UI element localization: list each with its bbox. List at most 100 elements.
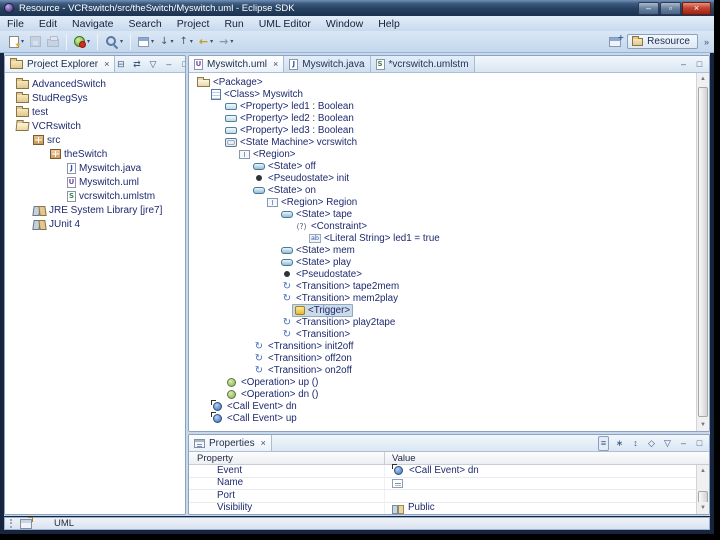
- tree-item[interactable]: <State> tape: [189, 208, 696, 220]
- menu-project[interactable]: Project: [177, 18, 210, 30]
- tree-item[interactable]: <Region>: [189, 148, 696, 160]
- column-header-property[interactable]: Property: [189, 452, 385, 464]
- minimize-icon[interactable]: –: [678, 58, 689, 71]
- dropdown-arrow-icon[interactable]: ▾: [151, 38, 154, 45]
- dropdown-arrow-icon[interactable]: ▾: [210, 38, 213, 45]
- dropdown-arrow-icon[interactable]: ▾: [21, 38, 24, 45]
- view-menu-icon[interactable]: ▽: [147, 58, 158, 71]
- tree-item[interactable]: <Transition> tape2mem: [189, 280, 696, 292]
- dropdown-arrow-icon[interactable]: ▾: [190, 38, 193, 45]
- back-button[interactable]: ← ▾: [197, 33, 215, 51]
- forward-button[interactable]: → ▾: [217, 33, 235, 51]
- property-row[interactable]: Event <Call Event> dn: [189, 464, 696, 478]
- scroll-up-icon[interactable]: ▲: [697, 73, 709, 85]
- link-with-editor-icon[interactable]: ⇄: [131, 58, 142, 71]
- scrollbar-thumb[interactable]: [698, 87, 708, 417]
- tree-item[interactable]: <State> mem: [189, 244, 696, 256]
- maximize-icon[interactable]: □: [694, 437, 705, 450]
- tree-item[interactable]: <Transition>: [189, 328, 696, 340]
- project-explorer-tab[interactable]: Project Explorer ×: [5, 56, 116, 72]
- maximize-icon[interactable]: □: [179, 58, 185, 71]
- close-button[interactable]: ×: [682, 1, 711, 15]
- property-value[interactable]: [385, 478, 696, 488]
- dropdown-arrow-icon[interactable]: ▾: [120, 38, 123, 45]
- tree-item[interactable]: <Constraint>: [189, 220, 696, 232]
- editor-scrollbar[interactable]: ▲ ▼: [696, 73, 709, 431]
- tree-item[interactable]: vcrswitch.umlstm: [5, 189, 185, 203]
- property-row[interactable]: Name: [189, 477, 696, 490]
- title-bar[interactable]: Resource - VCRswitch/src/theSwitch/Myswi…: [0, 0, 714, 16]
- editor-tab-myswitch-java[interactable]: Myswitch.java: [284, 56, 371, 72]
- close-icon[interactable]: ×: [261, 438, 266, 448]
- tree-item[interactable]: AdvancedSwitch: [5, 77, 185, 91]
- tree-item[interactable]: Myswitch.uml: [5, 175, 185, 189]
- tree-item[interactable]: <Package>: [189, 76, 696, 88]
- tree-item[interactable]: Myswitch.java: [5, 161, 185, 175]
- menu-run[interactable]: Run: [224, 18, 243, 30]
- tree-item[interactable]: JRE System Library [jre7]: [5, 203, 185, 217]
- minimize-button[interactable]: –: [638, 1, 659, 15]
- maximize-icon[interactable]: □: [694, 58, 705, 71]
- search-button[interactable]: ▾: [103, 33, 125, 51]
- dropdown-arrow-icon[interactable]: ▾: [87, 38, 90, 45]
- dropdown-arrow-icon[interactable]: ▾: [230, 38, 233, 45]
- tree-item[interactable]: <Transition> play2tape: [189, 316, 696, 328]
- tree-item[interactable]: <State> on: [189, 184, 696, 196]
- tree-item[interactable]: <Pseudostate> init: [189, 172, 696, 184]
- resource-perspective-button[interactable]: Resource: [627, 34, 698, 49]
- property-row[interactable]: Visibility Public: [189, 502, 696, 514]
- tree-item[interactable]: <Call Event> up: [189, 411, 696, 424]
- toolbar-overflow-chevron[interactable]: »: [704, 37, 709, 47]
- properties-tab[interactable]: Properties ×: [189, 435, 272, 451]
- restore-defaults-icon[interactable]: ↕: [630, 437, 641, 450]
- menu-uml-editor[interactable]: UML Editor: [259, 18, 311, 30]
- minimize-icon[interactable]: –: [163, 58, 174, 71]
- property-value[interactable]: Public: [385, 502, 696, 514]
- menu-edit[interactable]: Edit: [39, 18, 57, 30]
- view-menu-icon[interactable]: ▽: [662, 437, 673, 450]
- tree-item[interactable]: StudRegSys: [5, 91, 185, 105]
- tree-item[interactable]: <Property> led1 : Boolean: [189, 100, 696, 112]
- tree-item[interactable]: <Trigger>: [189, 303, 696, 317]
- tree-item[interactable]: test: [5, 105, 185, 119]
- tree-item[interactable]: <Transition> on2off: [189, 364, 696, 376]
- tree-item[interactable]: JUnit 4: [5, 217, 185, 231]
- maximize-button[interactable]: ▫: [660, 1, 681, 15]
- tree-item[interactable]: <Transition> off2on: [189, 352, 696, 364]
- fast-view-icon[interactable]: [20, 516, 33, 529]
- tree-item[interactable]: <Transition> init2off: [189, 340, 696, 352]
- prev-annotation-button[interactable]: ↑ ▾: [177, 33, 194, 51]
- editor-tab-vcrswitch-umlstm[interactable]: *vcrswitch.umlstm: [370, 56, 475, 72]
- open-perspective-icon[interactable]: [609, 33, 624, 47]
- close-icon[interactable]: ×: [273, 59, 278, 69]
- run-external-tools-button[interactable]: ▾: [72, 33, 92, 51]
- dropdown-arrow-icon[interactable]: ▾: [170, 38, 173, 45]
- tree-item[interactable]: <Pseudostate>: [189, 268, 696, 280]
- properties-scrollbar[interactable]: ▲ ▼: [696, 465, 709, 514]
- tree-item[interactable]: <Literal String> led1 = true: [189, 232, 696, 244]
- new-wizard-button[interactable]: ▾: [7, 33, 26, 51]
- tree-item[interactable]: src: [5, 133, 185, 147]
- tree-item[interactable]: <Property> led3 : Boolean: [189, 124, 696, 136]
- tree-item[interactable]: <Operation> up (): [189, 376, 696, 388]
- tree-item[interactable]: <State Machine> vcrswitch: [189, 136, 696, 148]
- scroll-up-icon[interactable]: ▲: [697, 465, 709, 477]
- menu-search[interactable]: Search: [128, 18, 161, 30]
- scroll-down-icon[interactable]: ▼: [697, 419, 709, 431]
- tree-item[interactable]: <Property> led2 : Boolean: [189, 112, 696, 124]
- show-advanced-icon[interactable]: ∗: [614, 437, 625, 450]
- collapse-all-icon[interactable]: ⊟: [115, 58, 126, 71]
- tree-item[interactable]: <Operation> dn (): [189, 388, 696, 400]
- scroll-down-icon[interactable]: ▼: [697, 502, 709, 514]
- menu-navigate[interactable]: Navigate: [72, 18, 113, 30]
- property-row[interactable]: Port: [189, 489, 696, 503]
- tree-item[interactable]: <State> play: [189, 256, 696, 268]
- tree-item[interactable]: VCRswitch: [5, 119, 185, 133]
- minimize-icon[interactable]: –: [678, 437, 689, 450]
- tree-item[interactable]: <Call Event> dn: [189, 399, 696, 412]
- property-value[interactable]: <Call Event> dn: [385, 464, 696, 477]
- column-header-value[interactable]: Value: [385, 452, 709, 464]
- pin-icon[interactable]: ◇: [646, 437, 657, 450]
- tree-item[interactable]: theSwitch: [5, 147, 185, 161]
- open-element-button[interactable]: ▾: [136, 33, 156, 51]
